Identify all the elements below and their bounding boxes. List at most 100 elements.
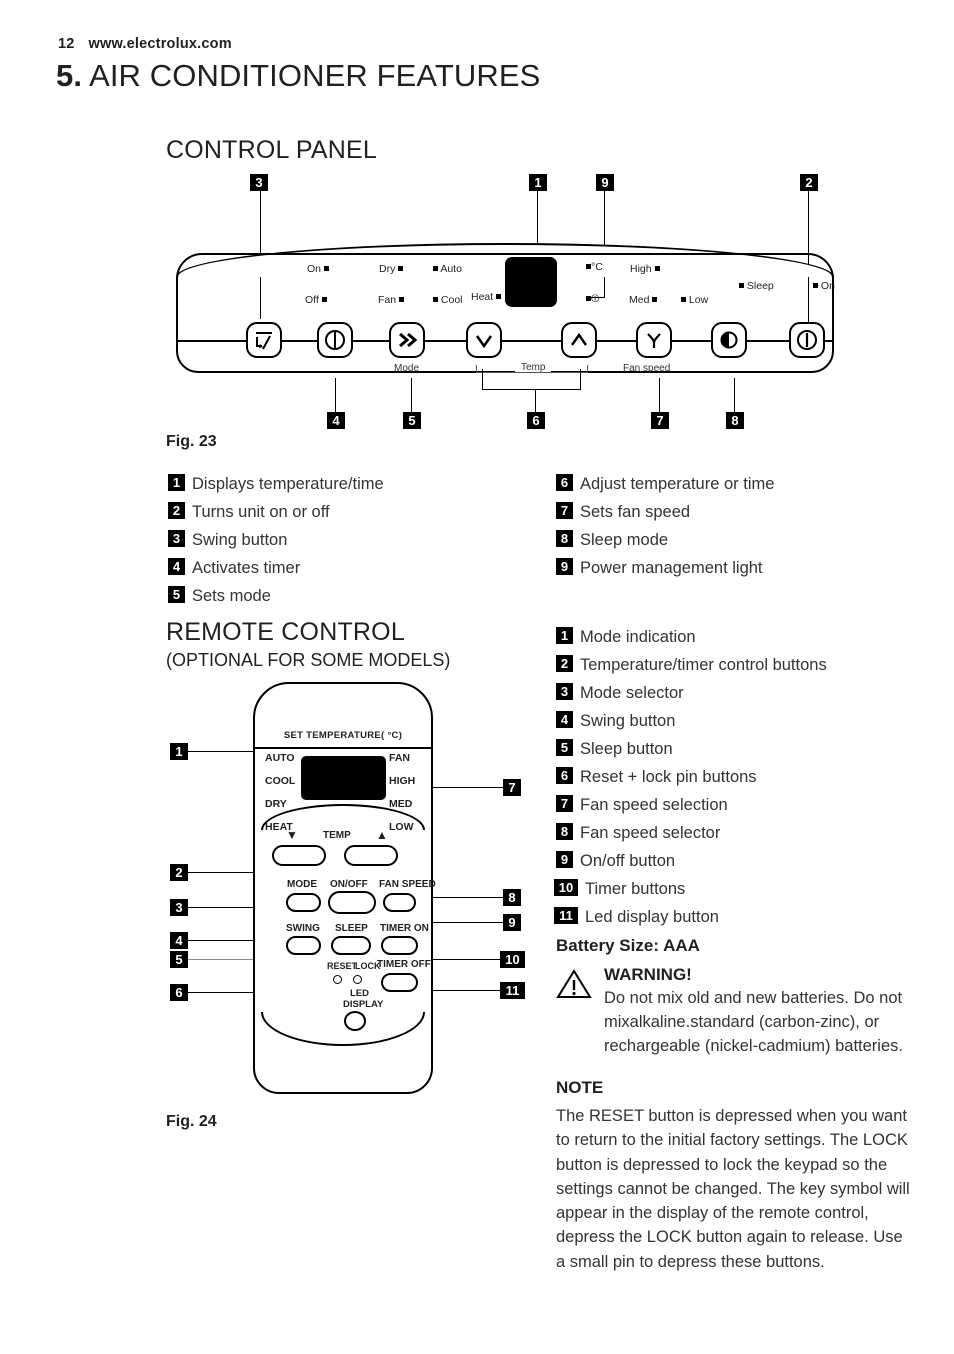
- leader-line-4: [335, 378, 336, 412]
- indicator-heat: Heat: [471, 292, 502, 303]
- indicator-on: On: [307, 264, 329, 275]
- remote-fanmode-high: HIGH: [389, 775, 416, 787]
- fig23-legend-item-6: 6 Adjust temperature or time: [556, 474, 774, 494]
- remote-callout-2: 2: [170, 864, 188, 881]
- temp-up-button[interactable]: [561, 322, 597, 358]
- swing-button[interactable]: [246, 322, 282, 358]
- led-square-high: [654, 266, 660, 271]
- remote-swing-btn-label: SWING: [286, 923, 320, 934]
- remote-callout-11: 11: [500, 982, 525, 999]
- lcd-display: [505, 257, 557, 307]
- remote-fanmode-fan: FAN: [389, 752, 410, 764]
- power-icon: [797, 330, 817, 350]
- fan-speed-sublabel: Fan speed: [623, 363, 671, 374]
- fig23-legend-item-7: 7 Sets fan speed: [556, 502, 690, 522]
- fan-speed-button[interactable]: [636, 322, 672, 358]
- leader-line-5: [411, 378, 412, 412]
- website-url: www.electrolux.com: [88, 36, 232, 52]
- fig24-legend-item-6: 6 Reset + lock pin buttons: [556, 767, 757, 787]
- led-square-fan: [399, 297, 405, 302]
- remote-temp-down-button[interactable]: [272, 845, 326, 866]
- temp-up-glyph: ▲: [376, 828, 388, 842]
- led-square-auto: [433, 266, 438, 271]
- callout-7: 7: [651, 412, 669, 429]
- indicator-med: Med: [629, 295, 658, 306]
- remote-reset-pin-button[interactable]: [333, 975, 342, 984]
- remote-sleep-btn-label: SLEEP: [335, 923, 368, 934]
- indicator-high: High: [630, 264, 660, 275]
- remote-temp-up-button[interactable]: [344, 845, 398, 866]
- indicator-cool: Cool: [433, 295, 463, 306]
- mode-sublabel: Mode: [394, 363, 420, 374]
- fig24-legend-item-8: 8 Fan speed selector: [556, 823, 720, 843]
- temp-down-button[interactable]: [466, 322, 502, 358]
- chapter-title: 5. AIR CONDITIONER FEATURES: [56, 58, 540, 94]
- remote-lock-pin-button[interactable]: [353, 975, 362, 984]
- callout-2: 2: [800, 174, 818, 191]
- fig23-legend-item-1: 1 Displays temperature/time: [168, 474, 384, 494]
- led-square-power-on: [813, 283, 818, 288]
- remote-timeroff-button[interactable]: [381, 973, 418, 992]
- remote-callout-8: 8: [503, 889, 521, 906]
- sleep-button[interactable]: [711, 322, 747, 358]
- led-square-cool: [433, 297, 438, 302]
- remote-onoff-btn-label: ON/OFF: [330, 879, 368, 890]
- fig23-legend-item-5: 5 Sets mode: [168, 586, 271, 606]
- power-button[interactable]: [789, 322, 825, 358]
- page-number: 12: [58, 36, 75, 52]
- remote-led-display-button[interactable]: [344, 1011, 366, 1031]
- remote-timeron-button[interactable]: [381, 936, 418, 955]
- callout-9: 9: [596, 174, 614, 191]
- leader-line-6-h: [482, 389, 581, 390]
- fig24-legend-item-1: 1 Mode indication: [556, 627, 696, 647]
- indicator-power-management: ⏼: [586, 294, 599, 305]
- callout-6: 6: [527, 412, 545, 429]
- fig24-legend-item-10: 10 Timer buttons: [554, 879, 685, 899]
- mode-button[interactable]: [389, 322, 425, 358]
- remote-callout-4: 4: [170, 932, 188, 949]
- note-title: NOTE: [556, 1078, 604, 1097]
- indicator-power-on: On: [813, 281, 835, 292]
- remote-mode-dry: DRY: [265, 798, 287, 810]
- callout-1: 1: [529, 174, 547, 191]
- note-body: The RESET button is depressed when you w…: [556, 1107, 910, 1271]
- remote-control-diagram: SET TEMPERATURE( °C) AUTO COOL DRY HEAT …: [253, 682, 436, 1094]
- led-square-sleep: [739, 283, 744, 288]
- remote-callout-7: 7: [503, 779, 521, 796]
- fig23-legend-item-4: 4 Activates timer: [168, 558, 300, 578]
- swing-icon: [256, 332, 272, 350]
- remote-fanspeed-btn-label: FAN SPEED: [379, 879, 436, 890]
- chevron-up-icon: [570, 332, 588, 346]
- indicator-dry: Dry: [379, 264, 404, 275]
- temp-bracket: [476, 365, 588, 373]
- remote-onoff-button[interactable]: [328, 891, 376, 914]
- chapter-title-text: AIR CONDITIONER FEATURES: [89, 58, 541, 93]
- chevron-down-icon: [475, 335, 493, 349]
- page-header: 12 www.electrolux.com: [58, 36, 232, 52]
- remote-swing-button[interactable]: [286, 936, 321, 955]
- remote-mode-btn-label: MODE: [287, 879, 317, 890]
- fig24-legend-item-11: 11 Led display button: [554, 907, 719, 927]
- chapter-number: 5.: [56, 58, 83, 93]
- warning-triangle-icon: [556, 969, 592, 998]
- indicator-sleep: Sleep: [739, 281, 774, 292]
- fig23-legend-item-3: 3 Swing button: [168, 530, 287, 550]
- temp-down-glyph: ▼: [286, 828, 298, 842]
- leader-line-6-right: [580, 369, 581, 389]
- remote-separator-line: [255, 747, 431, 749]
- control-panel-heading: CONTROL PANEL: [166, 136, 377, 164]
- remote-timeroff-btn-label: TIMER OFF: [377, 959, 431, 970]
- leader-line-8: [734, 378, 735, 412]
- led-square-dry: [398, 266, 404, 271]
- leader-line-6-left: [482, 369, 483, 389]
- remote-sleep-button[interactable]: [331, 936, 371, 955]
- led-square-off: [321, 297, 327, 302]
- fig24-legend-item-3: 3 Mode selector: [556, 683, 684, 703]
- control-panel-diagram: On Dry Auto Off Fan Cool Heat °C ⏼ High …: [176, 243, 836, 375]
- timer-clock-icon: [325, 330, 345, 350]
- remote-fanspeed-button[interactable]: [383, 893, 416, 912]
- remote-mode-button[interactable]: [286, 893, 321, 912]
- double-chevron-right-icon: [399, 332, 418, 348]
- timer-button[interactable]: [317, 322, 353, 358]
- fig23-legend-item-9: 9 Power management light: [556, 558, 763, 578]
